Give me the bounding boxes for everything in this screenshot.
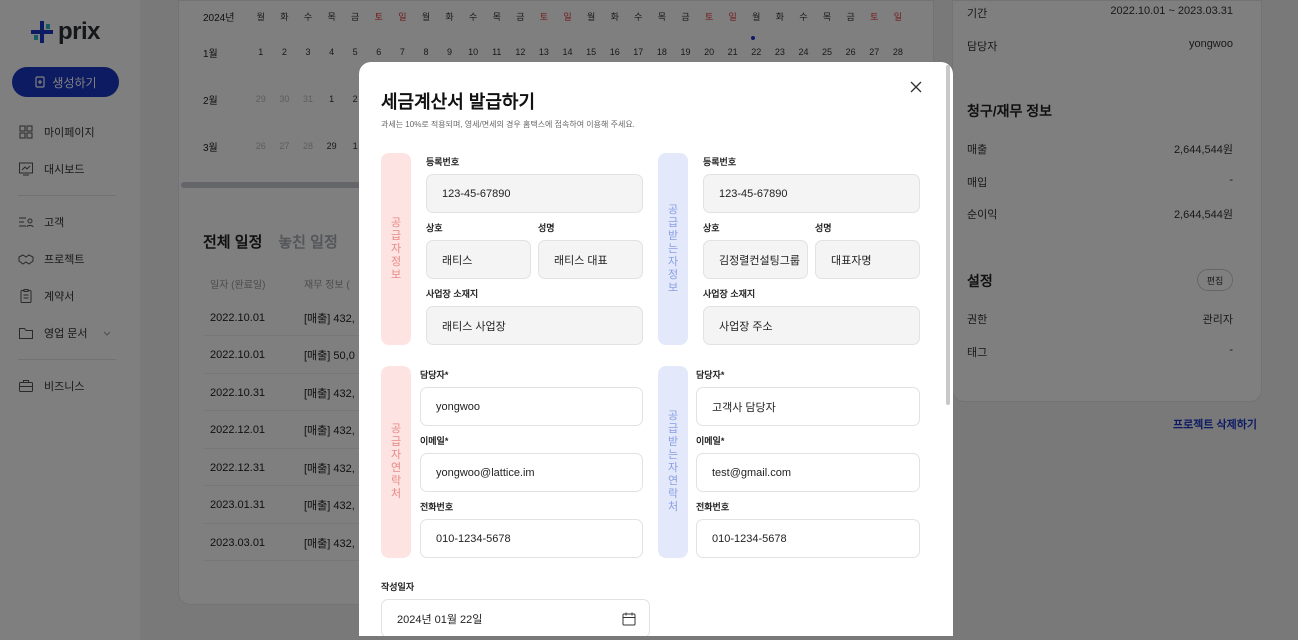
tag-character: 는 (667, 449, 679, 461)
supplier-address-field[interactable]: 래티스 사업장 (426, 306, 643, 345)
tag-character: 급 (390, 229, 402, 242)
supplier-email-label: 이메일* (420, 436, 449, 446)
tag-character: 연 (667, 475, 679, 487)
tag-character: 자 (390, 242, 402, 255)
tag-character: 락 (667, 488, 679, 500)
receiver-email-label: 이메일* (696, 436, 725, 446)
tag-character: 처 (667, 501, 679, 513)
tag-character: 급 (667, 216, 679, 229)
tag-character: 보 (390, 268, 402, 281)
receiver-reg-label: 등록번호 (703, 157, 737, 167)
tag-character: 정 (390, 255, 402, 268)
supplier-contact-input[interactable]: yongwoo (420, 387, 643, 426)
receiver-contact-tag: 공급받는자연락처 (658, 366, 688, 558)
supplier-company-field[interactable]: 래티스 (426, 240, 531, 279)
calendar-icon[interactable] (621, 611, 637, 627)
supplier-company-label: 상호 (426, 223, 443, 233)
close-icon[interactable] (908, 79, 924, 95)
supplier-address-label: 사업장 소재지 (426, 289, 479, 299)
tax-invoice-modal: 세금계산서 발급하기 과세는 10%로 적용되며, 영세/면세의 경우 홈택스에… (359, 62, 953, 636)
supplier-name-label: 성명 (538, 223, 555, 233)
tag-character: 자 (390, 449, 402, 461)
tag-character: 공 (390, 216, 402, 229)
receiver-info-tag: 공급받는자정보 (658, 153, 688, 345)
receiver-company-field[interactable]: 김정렬컨설팅그룹 (703, 240, 808, 279)
receiver-phone-label: 전화번호 (696, 502, 730, 512)
modal-scrollbar[interactable] (946, 65, 950, 405)
receiver-name-field[interactable]: 대표자명 (815, 240, 920, 279)
receiver-contact-label: 담당자* (696, 370, 725, 380)
tag-character: 자 (667, 462, 679, 474)
supplier-reg-label: 등록번호 (426, 157, 460, 167)
date-label: 작성일자 (381, 582, 415, 592)
tag-character: 급 (390, 436, 402, 448)
receiver-address-label: 사업장 소재지 (703, 289, 756, 299)
receiver-reg-field[interactable]: 123-45-67890 (703, 174, 920, 213)
supplier-email-input[interactable]: yongwoo@lattice.im (420, 453, 643, 492)
tag-character: 는 (667, 242, 679, 255)
tag-character: 보 (667, 281, 679, 294)
tag-character: 받 (667, 436, 679, 448)
tag-character: 공 (667, 203, 679, 216)
supplier-contact-tag: 공급자연락처 (381, 366, 411, 558)
supplier-name-field[interactable]: 래티스 대표 (538, 240, 643, 279)
date-value: 2024년 01월 22일 (397, 613, 483, 626)
tag-character: 받 (667, 229, 679, 242)
receiver-phone-input[interactable]: 010-1234-5678 (696, 519, 920, 558)
tag-character: 자 (667, 255, 679, 268)
tag-character: 공 (667, 410, 679, 422)
tag-character: 연 (390, 462, 402, 474)
receiver-email-input[interactable]: test@gmail.com (696, 453, 920, 492)
receiver-name-label: 성명 (815, 223, 832, 233)
tag-character: 급 (667, 423, 679, 435)
modal-subtitle: 과세는 10%로 적용되며, 영세/면세의 경우 홈택스에 접속하여 이용해 주… (381, 120, 635, 129)
modal-title: 세금계산서 발급하기 (381, 92, 536, 112)
tag-character: 처 (390, 488, 402, 500)
tag-character: 공 (390, 423, 402, 435)
date-picker[interactable]: 2024년 01월 22일 (381, 599, 650, 636)
tag-character: 정 (667, 268, 679, 281)
supplier-phone-input[interactable]: 010-1234-5678 (420, 519, 643, 558)
receiver-company-label: 상호 (703, 223, 720, 233)
supplier-reg-field[interactable]: 123-45-67890 (426, 174, 643, 213)
supplier-contact-label: 담당자* (420, 370, 449, 380)
tag-character: 락 (390, 475, 402, 487)
supplier-info-tag: 공급자정보 (381, 153, 411, 345)
supplier-phone-label: 전화번호 (420, 502, 454, 512)
receiver-contact-input[interactable]: 고객사 담당자 (696, 387, 920, 426)
receiver-address-field[interactable]: 사업장 주소 (703, 306, 920, 345)
